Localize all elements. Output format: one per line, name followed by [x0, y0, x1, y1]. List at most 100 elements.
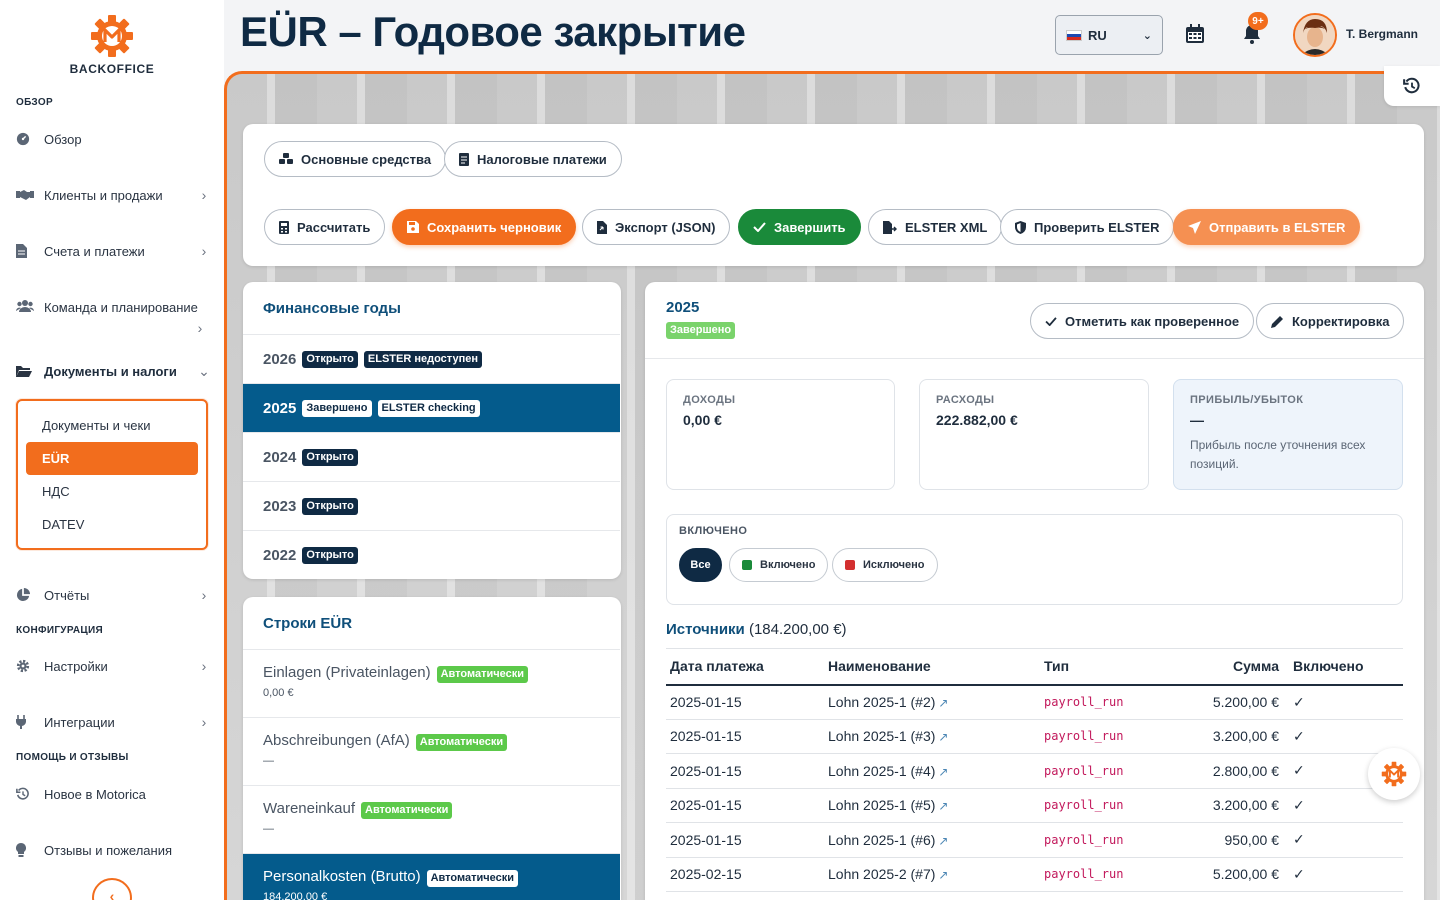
check-elster-button[interactable]: Проверить ELSTER — [1000, 209, 1175, 245]
flag-ru-icon — [1066, 29, 1082, 41]
submenu-item-vat[interactable]: НДС — [42, 484, 70, 499]
source-link[interactable]: Lohn 2025-1 (#2) — [828, 694, 935, 710]
user-name[interactable]: T. Bergmann — [1346, 27, 1418, 41]
column-header[interactable]: Тип — [1040, 648, 1170, 686]
fiscal-years-title: Финансовые годы — [263, 300, 401, 317]
filter-all-chip[interactable]: Все — [679, 548, 722, 582]
sidebar-item-team[interactable]: Команда и планирование › — [16, 294, 210, 342]
assistant-fab-button[interactable] — [1368, 748, 1420, 800]
sidebar-item-overview[interactable]: Обзор — [16, 126, 210, 152]
column-header[interactable]: Наименование — [824, 648, 1040, 686]
calculate-label: Рассчитать — [297, 219, 371, 235]
sidebar-item-invoices[interactable]: Счета и платежи › — [16, 238, 210, 264]
sidebar-item-reports[interactable]: Отчёты › — [16, 582, 210, 608]
send-elster-button[interactable]: Отправить в ELSTER — [1173, 209, 1361, 245]
external-link-icon[interactable]: ↗ — [938, 696, 948, 710]
finish-button[interactable]: Завершить — [738, 209, 861, 245]
red-dot-icon — [845, 560, 855, 570]
shield-icon — [1015, 220, 1026, 234]
year-row-2026[interactable]: 2026 Открыто ELSTER недоступен — [243, 334, 620, 383]
column-header[interactable]: Сумма — [1170, 648, 1283, 686]
documents-submenu: Документы и чеки EÜR НДС DATEV — [16, 399, 208, 550]
sidebar-item-documents[interactable]: Документы и налоги ⌄ — [16, 358, 210, 384]
pencil-icon — [1271, 315, 1284, 328]
sidebar-item-whats-new[interactable]: Новое в Motorica — [16, 781, 210, 807]
external-link-icon[interactable]: ↗ — [938, 868, 948, 882]
eur-line-row[interactable]: Einlagen (Privateinlagen) Автоматически 0… — [243, 649, 620, 717]
elster-xml-button[interactable]: ELSTER XML — [868, 209, 1003, 245]
sidebar-item-feedback[interactable]: Отзывы и пожелания — [16, 837, 210, 863]
table-row[interactable]: 2025-02-15 Lohn 2025-2 (#7) ↗ payroll_run… — [666, 857, 1403, 892]
eur-line-row[interactable]: Abschreibungen (AfA) Автоматически — — [243, 717, 620, 785]
sidebar-item-clients[interactable]: Клиенты и продажи › — [16, 182, 210, 208]
sidebar-item-label: Счета и платежи — [44, 243, 145, 259]
year-row-2022[interactable]: 2022 Открыто — [243, 530, 620, 579]
fixed-assets-button[interactable]: Основные средства — [264, 141, 447, 177]
check-icon — [753, 222, 766, 232]
external-link-icon[interactable]: ↗ — [938, 799, 948, 813]
detail-year: 2025 — [666, 299, 700, 316]
calendar-button[interactable] — [1183, 22, 1207, 46]
name-cell[interactable]: Lohn 2025-1 (#4) ↗ — [824, 753, 1040, 789]
table-row[interactable]: 2025-01-15 Lohn 2025-1 (#6) ↗ payroll_run… — [666, 822, 1403, 858]
tax-payments-button[interactable]: Налоговые платежи — [444, 141, 622, 177]
calculate-button[interactable]: Рассчитать — [264, 209, 386, 245]
submenu-item-eur[interactable]: EÜR — [26, 442, 198, 475]
table-row[interactable]: 2025-01-15 Lohn 2025-1 (#2) ↗ payroll_run… — [666, 684, 1403, 720]
column-header[interactable]: Дата платежа — [666, 648, 824, 686]
filter-excluded-chip[interactable]: Исключено — [832, 548, 938, 582]
name-cell[interactable]: Lohn 2025-1 (#2) ↗ — [824, 684, 1040, 720]
source-link[interactable]: Lohn 2025-1 (#4) — [828, 763, 935, 779]
language-select[interactable]: RU ⌄ — [1055, 15, 1163, 55]
logo-gear-icon — [1381, 761, 1407, 787]
avatar[interactable] — [1293, 13, 1337, 57]
pie-chart-icon — [16, 588, 36, 602]
name-cell[interactable]: Lohn 2025-1 (#6) ↗ — [824, 822, 1040, 858]
collapse-sidebar-button[interactable]: ‹ — [92, 878, 132, 900]
external-link-icon[interactable]: ↗ — [938, 730, 948, 744]
history-button[interactable] — [1384, 66, 1440, 106]
year-label: 2023 — [263, 497, 297, 515]
auto-badge: Автоматически — [436, 666, 528, 683]
table-row[interactable]: 2025-01-15 Lohn 2025-1 (#3) ↗ payroll_run… — [666, 719, 1403, 754]
export-json-button[interactable]: Экспорт (JSON) — [582, 209, 731, 245]
submenu-item-docs[interactable]: Документы и чеки — [42, 418, 150, 433]
line-name: Abschreibungen (AfA) — [263, 732, 410, 749]
sidebar-item-settings[interactable]: Настройки › — [16, 653, 210, 679]
name-cell[interactable]: Lohn 2025-2 (#7) ↗ — [824, 857, 1040, 892]
status-badge: Открыто — [302, 497, 358, 515]
save-draft-label: Сохранить черновик — [427, 219, 562, 235]
eur-line-row-selected[interactable]: Personalkosten (Brutto) Автоматически 184… — [243, 853, 620, 900]
sidebar-item-integrations[interactable]: Интеграции › — [16, 709, 210, 735]
source-link[interactable]: Lohn 2025-1 (#3) — [828, 728, 935, 744]
year-row-2023[interactable]: 2023 Открыто — [243, 481, 620, 530]
external-link-icon[interactable]: ↗ — [938, 765, 948, 779]
eur-line-row[interactable]: Wareneinkauf Автоматически — — [243, 785, 620, 853]
correction-button[interactable]: Корректировка — [1256, 303, 1405, 339]
logo[interactable]: BACKOFFICE — [0, 12, 224, 76]
submenu-item-datev[interactable]: DATEV — [42, 517, 84, 532]
year-row-2024[interactable]: 2024 Открыто — [243, 432, 620, 481]
save-draft-button[interactable]: Сохранить черновик — [392, 209, 577, 245]
name-cell[interactable]: Lohn 2025-1 (#3) ↗ — [824, 719, 1040, 754]
external-link-icon[interactable]: ↗ — [938, 834, 948, 848]
sources-title: Источники (184.200,00 €) — [666, 621, 847, 638]
column-header[interactable]: Включено — [1283, 648, 1403, 686]
table-row[interactable]: 2025-01-15 Lohn 2025-1 (#5) ↗ payroll_run… — [666, 788, 1403, 823]
filter-included-chip[interactable]: Включено — [729, 548, 829, 582]
source-link[interactable]: Lohn 2025-2 (#7) — [828, 866, 935, 882]
elster-badge: ELSTER checking — [377, 399, 480, 417]
logo-text: BACKOFFICE — [69, 62, 155, 76]
source-link[interactable]: Lohn 2025-1 (#6) — [828, 832, 935, 848]
detail-status-badge: Завершено — [666, 322, 736, 339]
status-badge: Открыто — [302, 350, 358, 368]
source-link[interactable]: Lohn 2025-1 (#5) — [828, 797, 935, 813]
mark-checked-button[interactable]: Отметить как проверенное — [1030, 303, 1255, 339]
filter-label: ВКЛЮЧЕНО — [679, 525, 748, 537]
name-cell[interactable]: Lohn 2025-1 (#5) ↗ — [824, 788, 1040, 823]
table-row[interactable]: 2025-01-15 Lohn 2025-1 (#4) ↗ payroll_run… — [666, 753, 1403, 789]
file-export-icon — [597, 220, 607, 234]
tax-payments-label: Налоговые платежи — [477, 151, 607, 167]
status-badge: Открыто — [302, 448, 358, 466]
year-row-2025[interactable]: 2025 Завершено ELSTER checking — [243, 383, 620, 432]
